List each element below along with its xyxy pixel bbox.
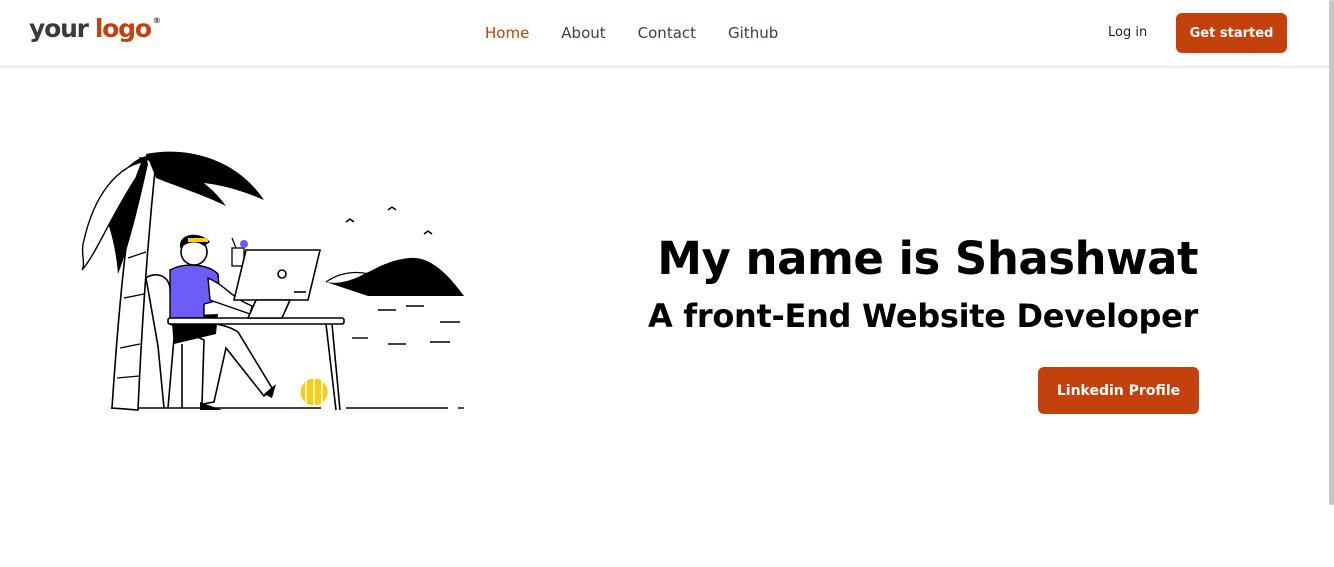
vertical-scrollbar[interactable] <box>1329 0 1334 505</box>
hero-subtitle: A front-End Website Developer <box>647 297 1198 335</box>
logo[interactable]: your logo ® <box>29 14 161 50</box>
linkedin-profile-button[interactable]: Linkedin Profile <box>1038 367 1199 414</box>
registered-mark: ® <box>152 16 161 25</box>
beach-laptop-illustration <box>81 151 464 411</box>
nav-link-about[interactable]: About <box>561 22 605 44</box>
nav-link-contact[interactable]: Contact <box>638 22 696 44</box>
get-started-button[interactable]: Get started <box>1176 13 1287 53</box>
birds <box>345 206 433 235</box>
navbar: your logo ® Home About Contact Github Lo… <box>0 0 1334 67</box>
beach-ball <box>299 377 329 407</box>
logo-word-your: your <box>29 14 89 43</box>
nav-link-home[interactable]: Home <box>485 22 529 44</box>
logo-word-logo: logo <box>94 14 152 43</box>
login-link[interactable]: Log in <box>1108 24 1147 42</box>
nav-link-github[interactable]: Github <box>728 22 778 44</box>
main-nav: Home About Contact Github <box>485 22 810 44</box>
hero-title: My name is Shashwat <box>657 232 1198 285</box>
island <box>325 257 464 345</box>
